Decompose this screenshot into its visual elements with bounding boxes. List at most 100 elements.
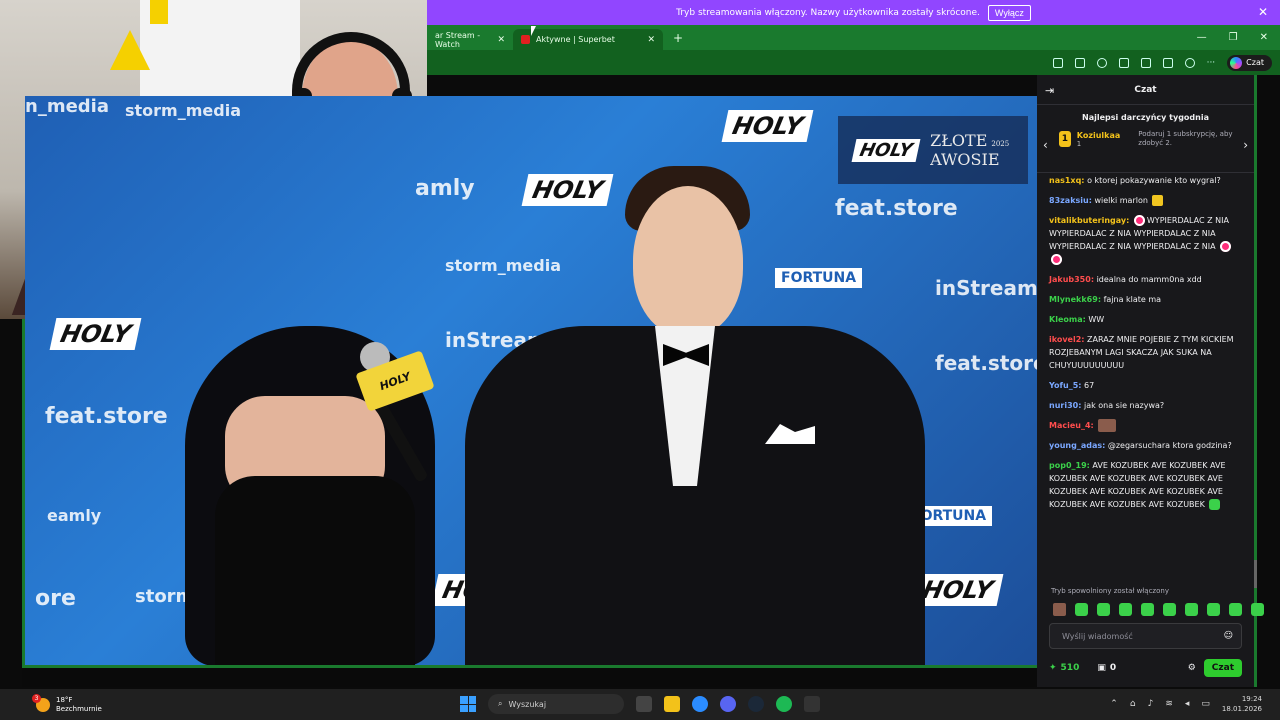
emote-icon[interactable] — [1207, 603, 1220, 616]
weather-widget[interactable]: 3 18°F Bezchmurnie — [0, 693, 102, 714]
chat-username[interactable]: Jakub350: — [1049, 275, 1094, 284]
read-aloud-icon[interactable] — [1052, 57, 1063, 68]
weather-icon: 3 — [32, 693, 50, 712]
emote-icon[interactable] — [1119, 603, 1132, 616]
copilot-label: Czat — [1246, 58, 1264, 67]
banner-message: Tryb streamowania włączony. Nazwy użytko… — [676, 7, 980, 18]
chat-username[interactable]: Yofu_5: — [1049, 381, 1082, 390]
edge-icon[interactable] — [692, 696, 708, 712]
chat-message: young_adas: @zegarsuchara ktora godzina? — [1049, 441, 1232, 450]
chat-message: ikovel2: ZARAZ MNIE POJEBIE Z TYM KICKIE… — [1049, 335, 1234, 370]
chat-username[interactable]: 83zaksiu: — [1049, 196, 1092, 205]
emote-icon[interactable] — [1075, 603, 1088, 616]
leaderboard-entry[interactable]: 1 Koziulkaa 1 Podaruj 1 subskrypcję, aby… — [1037, 122, 1254, 148]
emote-icon[interactable] — [1053, 603, 1066, 616]
maximize-icon[interactable]: ❐ — [1229, 32, 1238, 43]
chevron-up-icon[interactable]: ⌃ — [1110, 699, 1118, 709]
tab-close-icon[interactable]: ✕ — [497, 35, 505, 45]
gifter-name: Koziulkaa — [1076, 130, 1121, 140]
chat-message: pop0_19: AVE KOZUBEK AVE KOZUBEK AVE KOZ… — [1049, 461, 1226, 510]
chat-header: ⇥ Czat — [1037, 75, 1254, 105]
chat-username[interactable]: Kleoma: — [1049, 315, 1086, 324]
emote-icon — [1098, 419, 1117, 432]
gift-count: 1 — [1076, 139, 1082, 148]
emote-icon[interactable] — [1251, 603, 1264, 616]
chat-settings-icon[interactable]: ⚙ — [1188, 663, 1196, 673]
chat-message-input[interactable]: Wyślij wiadomość ☺ — [1049, 623, 1242, 649]
streaming-mode-banner: Tryb streamowania włączony. Nazwy użytko… — [427, 0, 1280, 25]
microphone-icon[interactable]: ♪ — [1148, 699, 1154, 709]
emote-icon[interactable] — [1163, 603, 1176, 616]
browser-toolbar: ··· Czat — [427, 50, 1280, 75]
search-icon: ⌕ — [498, 699, 503, 708]
close-icon[interactable]: ✕ — [1258, 5, 1268, 19]
chat-username[interactable]: vitalikbuteringay: — [1049, 216, 1129, 225]
emote-icon[interactable] — [1141, 603, 1154, 616]
tab-label: ar Stream - Watch — [435, 30, 481, 49]
spotify-icon[interactable] — [776, 696, 792, 712]
window-controls: — ❐ ✕ — [1197, 32, 1280, 43]
network-icon[interactable]: ⌂ — [1130, 699, 1136, 709]
chevron-left-icon[interactable]: ‹ — [1043, 138, 1048, 152]
tab-kick-stream[interactable]: ar Stream - Watch ✕ — [427, 29, 513, 50]
discord-icon[interactable] — [720, 696, 736, 712]
chat-username[interactable]: Mlynekk69: — [1049, 295, 1101, 304]
extensions-icon[interactable] — [1118, 57, 1129, 68]
obs-icon[interactable] — [804, 696, 820, 712]
more-menu-icon[interactable]: ··· — [1207, 58, 1216, 68]
chat-username[interactable]: young_adas: — [1049, 441, 1105, 450]
chat-scrollbar[interactable] — [1254, 560, 1257, 588]
bag-counter[interactable]: ▣ 0 — [1097, 663, 1116, 673]
emoji-picker-icon[interactable]: ☺ — [1224, 631, 1233, 641]
browser-tab-bar: ar Stream - Watch ✕ Aktywne | Superbet ✕… — [427, 25, 1280, 50]
search-placeholder: Wyszukaj — [508, 699, 547, 709]
backdrop-text: storm_media — [125, 101, 241, 120]
weather-temperature: 18°F — [56, 695, 73, 704]
mouse-cursor — [531, 26, 536, 36]
refresh-extension-icon[interactable] — [1096, 57, 1107, 68]
bag-icon: ▣ — [1097, 663, 1106, 673]
task-view-icon[interactable] — [636, 696, 652, 712]
favorites-icon[interactable] — [1140, 57, 1151, 68]
start-icon[interactable] — [460, 696, 476, 712]
chevron-right-icon[interactable]: › — [1243, 138, 1248, 152]
minimize-icon[interactable]: — — [1197, 32, 1207, 43]
window-close-icon[interactable]: ✕ — [1260, 32, 1268, 43]
time: 19:24 — [1241, 695, 1262, 703]
chat-message: vitalikbuteringay: WYPIERDALAC Z NIA WYP… — [1049, 214, 1246, 266]
steam-icon[interactable] — [748, 696, 764, 712]
emote-icon[interactable] — [1229, 603, 1242, 616]
disable-streaming-mode-button[interactable]: Wyłącz — [987, 4, 1031, 21]
favorite-icon[interactable] — [1074, 57, 1085, 68]
wifi-icon[interactable]: ≋ — [1165, 699, 1173, 709]
chat-username[interactable]: ikovel2: — [1049, 335, 1085, 344]
chat-username[interactable]: nuri30: — [1049, 401, 1081, 410]
collections-icon[interactable] — [1162, 57, 1173, 68]
battery-icon[interactable]: ▭ — [1201, 699, 1210, 709]
slow-mode-notice: Tryb spowolniony został włączony — [1051, 587, 1169, 595]
chat-username[interactable]: Macieu_4: — [1049, 421, 1094, 430]
backdrop-text: feat.store — [935, 351, 1037, 375]
chat-username[interactable]: pop0_19: — [1049, 461, 1090, 470]
channel-points[interactable]: ✦ 510 — [1049, 663, 1079, 673]
volume-icon[interactable]: ◂ — [1185, 699, 1190, 709]
taskbar-search[interactable]: ⌕ Wyszukaj — [488, 694, 624, 714]
chat-username[interactable]: nas1xq: — [1049, 176, 1085, 185]
emote-icon — [1220, 241, 1232, 252]
points-icon: ✦ — [1049, 663, 1057, 673]
profile-avatar[interactable] — [1184, 57, 1195, 68]
chat-message: Kleoma: WW — [1049, 315, 1105, 324]
collapse-chat-icon[interactable]: ⇥ — [1045, 84, 1054, 97]
copilot-button[interactable]: Czat — [1227, 54, 1272, 71]
video-player[interactable]: n_media storm_media eamly feat.store inS… — [25, 96, 1037, 665]
file-explorer-icon[interactable] — [664, 696, 680, 712]
tab-close-icon[interactable]: ✕ — [647, 35, 655, 45]
overlay-title: ZŁOTE 2025 — [930, 130, 1010, 150]
new-tab-icon[interactable]: + — [673, 31, 683, 45]
chat-message: nuri30: jak ona sie nazywa? — [1049, 401, 1165, 410]
send-chat-button[interactable]: Czat — [1203, 659, 1242, 677]
emote-icon[interactable] — [1185, 603, 1198, 616]
date: 18.01.2026 — [1221, 705, 1262, 713]
clock[interactable]: 19:24 18.01.2026 — [1222, 694, 1262, 714]
emote-icon[interactable] — [1097, 603, 1110, 616]
